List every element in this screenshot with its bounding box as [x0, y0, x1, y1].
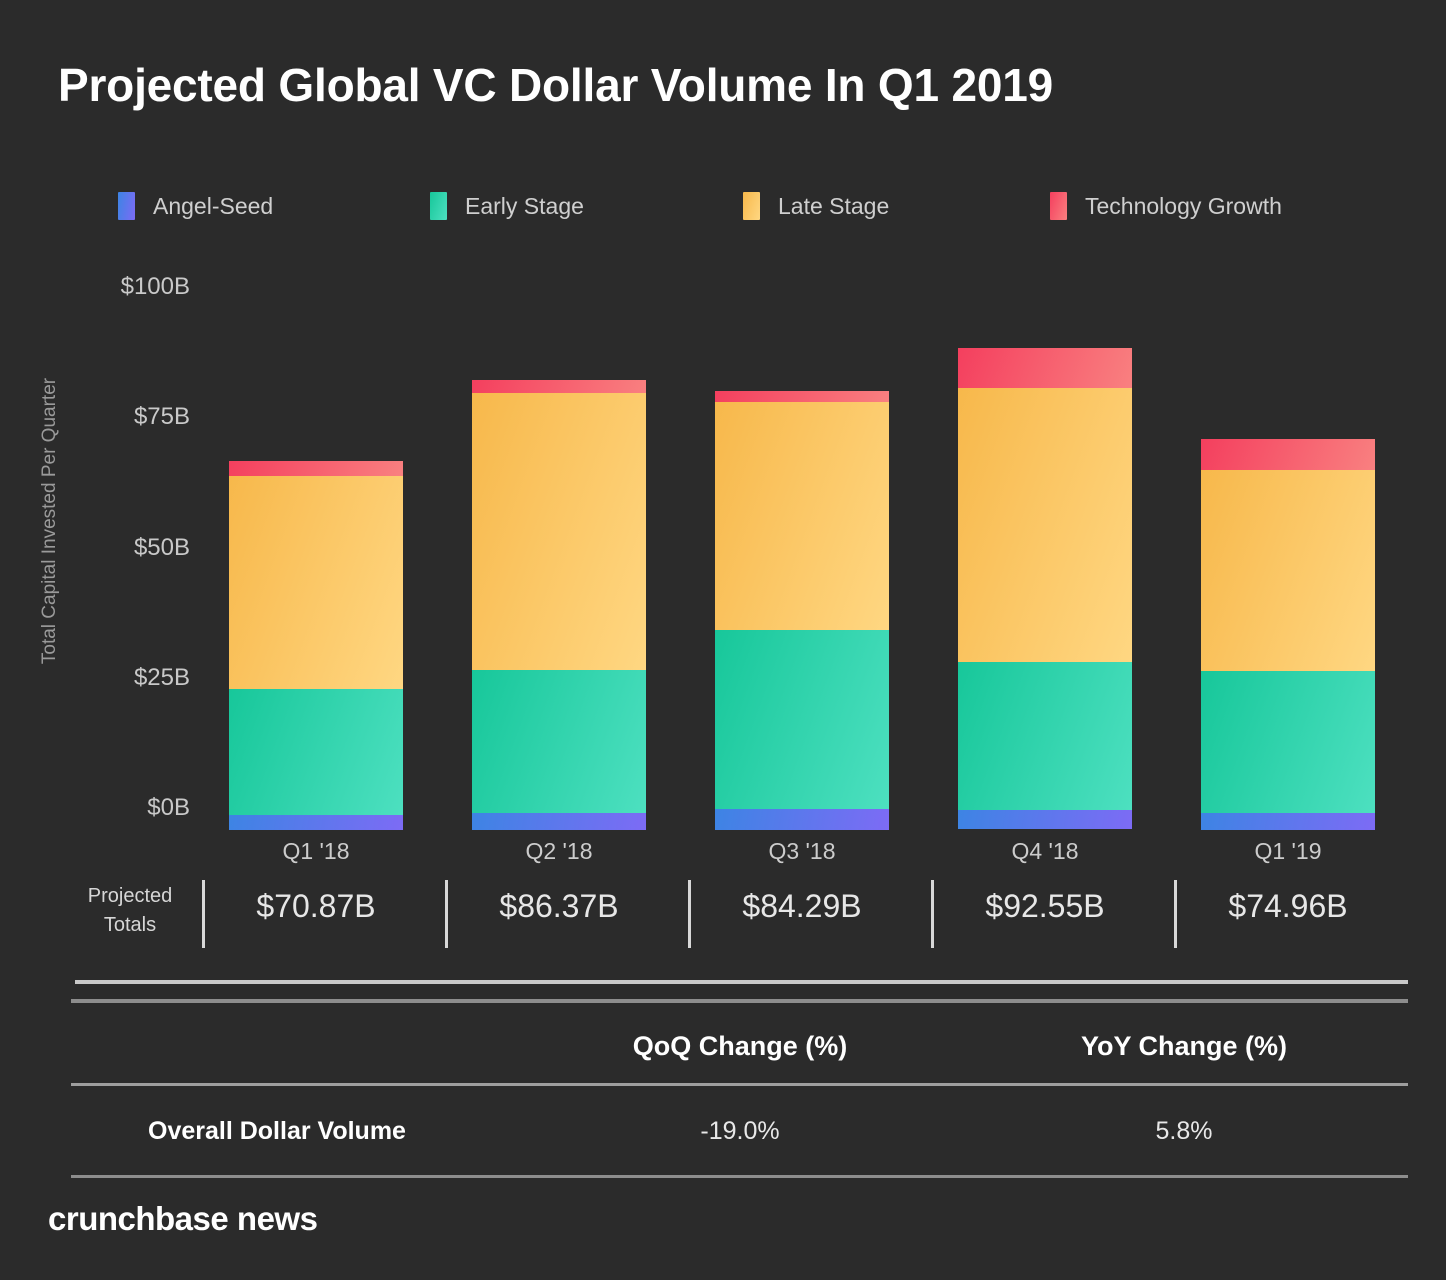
bar-segment-angel-seed[interactable]	[472, 813, 646, 830]
bar-group	[0, 270, 1446, 831]
chart-legend: Angel-Seed Early Stage Late Stage Techno…	[118, 190, 1348, 222]
bar-q4-18[interactable]	[958, 347, 1132, 830]
divider-table-bottom	[71, 1175, 1408, 1178]
legend-label-angel-seed: Angel-Seed	[153, 192, 274, 219]
bar-q2-18[interactable]	[472, 380, 646, 830]
bar-segment-late-stage[interactable]	[229, 475, 403, 690]
bar-segment-angel-seed[interactable]	[715, 809, 889, 830]
projected-totals-label: Projected Totals	[70, 882, 190, 940]
x-axis-tick-label: Q1 '19	[1254, 838, 1322, 864]
table-header-yoy: YoY Change (%)	[1080, 1031, 1288, 1061]
projected-total-value: $84.29B	[742, 888, 862, 924]
bar-segment-angel-seed[interactable]	[229, 814, 403, 830]
bar-segment-angel-seed[interactable]	[958, 809, 1132, 829]
bar-segment-early-stage[interactable]	[472, 670, 646, 814]
bar-segment-early-stage[interactable]	[229, 689, 403, 815]
bar-segment-early-stage[interactable]	[958, 661, 1132, 810]
bar-segment-early-stage[interactable]	[1201, 671, 1375, 813]
projected-totals-label-line1: Projected	[87, 885, 173, 907]
bar-segment-technology-growth[interactable]	[472, 380, 646, 393]
bar-segment-technology-growth[interactable]	[715, 390, 889, 402]
legend-swatch-late-stage-icon	[743, 192, 760, 220]
projected-total-value: $70.87B	[256, 888, 376, 924]
x-axis-tick-label: Q3 '18	[768, 838, 836, 864]
legend-item-early-stage[interactable]: Early Stage	[430, 190, 584, 222]
table-cell-qoq-overall-dollar-volume: -19.0%	[700, 1117, 780, 1145]
table-row-label-overall-dollar-volume: Overall Dollar Volume	[148, 1117, 406, 1145]
legend-swatch-angel-seed-icon	[118, 192, 135, 220]
divider-top-inner	[71, 999, 1408, 1003]
plot-area: Total Capital Invested Per Quarter $0B $2…	[0, 270, 1446, 831]
table-header-qoq: QoQ Change (%)	[632, 1031, 848, 1061]
crunchbase-news-logo: crunchbase news	[48, 1200, 318, 1237]
legend-label-late-stage: Late Stage	[778, 192, 890, 219]
bar-segment-technology-growth[interactable]	[958, 347, 1132, 388]
projected-total-value: $74.96B	[1228, 888, 1348, 924]
projected-totals-row: Projected Totals $70.87B $86.37B $84.29B $9…	[0, 880, 1446, 948]
bar-segment-technology-growth[interactable]	[1201, 439, 1375, 470]
legend-label-early-stage: Early Stage	[465, 192, 584, 219]
bar-q3-18[interactable]	[715, 390, 889, 830]
bar-segment-early-stage[interactable]	[715, 630, 889, 810]
divider-top-outer	[75, 980, 1408, 984]
projected-total-value: $92.55B	[985, 888, 1105, 924]
bar-segment-late-stage[interactable]	[958, 387, 1132, 662]
bar-segment-late-stage[interactable]	[1201, 469, 1375, 672]
bar-segment-late-stage[interactable]	[472, 392, 646, 671]
bar-segment-late-stage[interactable]	[715, 401, 889, 631]
bar-segment-angel-seed[interactable]	[1201, 812, 1375, 831]
bar-q1-18[interactable]	[229, 460, 403, 830]
legend-swatch-technology-growth-icon	[1050, 192, 1067, 220]
x-axis-tick-label: Q2 '18	[525, 838, 593, 864]
divider-table-header	[71, 1083, 1408, 1086]
table-cell-yoy-overall-dollar-volume: 5.8%	[1155, 1117, 1213, 1145]
chart-page: Projected Global VC Dollar Volume In Q1 …	[0, 0, 1446, 1280]
legend-swatch-early-stage-icon	[430, 192, 447, 220]
bar-segment-technology-growth[interactable]	[229, 460, 403, 476]
x-axis-tick-label: Q4 '18	[1011, 838, 1079, 864]
page-title: Projected Global VC Dollar Volume In Q1 …	[58, 59, 1053, 111]
projected-totals-label-line2: Totals	[103, 914, 157, 936]
legend-item-technology-growth[interactable]: Technology Growth	[1050, 190, 1282, 222]
legend-label-technology-growth: Technology Growth	[1085, 192, 1282, 219]
x-axis-tick-label: Q1 '18	[282, 838, 350, 864]
legend-item-angel-seed[interactable]: Angel-Seed	[118, 190, 273, 222]
bar-q1-19[interactable]	[1201, 439, 1375, 831]
legend-item-late-stage[interactable]: Late Stage	[743, 190, 889, 222]
projected-total-value: $86.37B	[499, 888, 619, 924]
